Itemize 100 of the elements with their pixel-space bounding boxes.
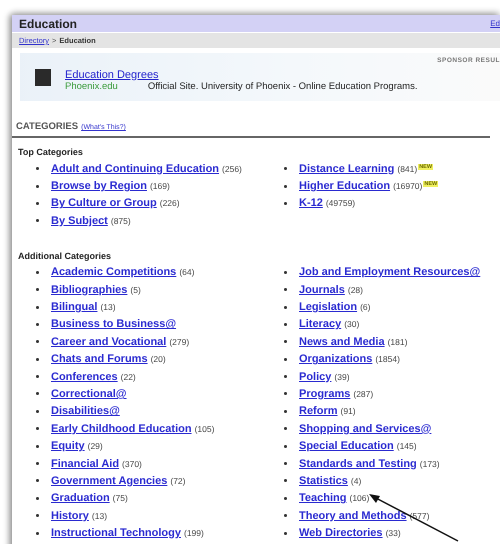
bullet-icon bbox=[284, 202, 287, 205]
ad-description: Official Site. University of Phoenix - Online Education Programs. bbox=[148, 80, 418, 92]
item-count: (39) bbox=[334, 372, 350, 382]
bullet-icon bbox=[36, 410, 39, 413]
category-link[interactable]: Bilingual bbox=[51, 301, 98, 314]
item-count: (28) bbox=[348, 284, 363, 295]
bullet-icon bbox=[284, 496, 287, 500]
category-link[interactable]: Chats and Forums bbox=[51, 353, 148, 366]
bullet-icon bbox=[36, 532, 39, 535]
category-link[interactable]: History bbox=[51, 510, 89, 522]
category-link[interactable]: K-12 bbox=[299, 197, 323, 210]
bullet-icon bbox=[36, 340, 39, 344]
item-count: (33) bbox=[386, 528, 401, 538]
item-count: (841) bbox=[397, 164, 418, 174]
category-link[interactable]: Job and Employment Resources@ bbox=[299, 266, 480, 278]
category-link[interactable]: By Culture or Group bbox=[51, 197, 157, 210]
bullet-icon bbox=[36, 358, 39, 361]
category-link[interactable]: News and Media bbox=[299, 336, 385, 348]
item-count: (64) bbox=[179, 267, 194, 278]
item-count: (22) bbox=[120, 372, 136, 382]
category-link[interactable]: Graduation bbox=[51, 492, 110, 504]
category-link[interactable]: Shopping and Services@ bbox=[299, 422, 432, 435]
category-link[interactable]: Theory and Methods bbox=[299, 510, 407, 522]
item-count: (173) bbox=[420, 458, 440, 469]
bullet-icon bbox=[284, 270, 287, 274]
item-count: (199) bbox=[184, 528, 204, 538]
category-link[interactable]: Journals bbox=[299, 284, 345, 296]
bullet-icon bbox=[36, 288, 39, 292]
item-count: (49759) bbox=[326, 198, 356, 208]
bullet-icon bbox=[284, 479, 287, 482]
category-link[interactable]: Equity bbox=[51, 440, 85, 452]
bullet-icon bbox=[36, 444, 39, 448]
item-count: (105) bbox=[194, 424, 214, 434]
bullet-icon bbox=[36, 392, 39, 396]
category-link[interactable]: Instructional Technology bbox=[51, 527, 181, 540]
bullet-icon bbox=[36, 375, 39, 378]
category-link[interactable]: Reform bbox=[299, 405, 338, 418]
item-count: (6) bbox=[360, 302, 370, 312]
category-link[interactable]: Browse by Region bbox=[51, 180, 147, 192]
bullet-icon bbox=[36, 479, 39, 482]
category-link[interactable]: Adult and Continuing Education bbox=[51, 162, 220, 175]
bullet-icon bbox=[284, 340, 287, 344]
bullet-icon bbox=[36, 514, 39, 518]
category-link[interactable]: By Subject bbox=[51, 214, 108, 227]
item-count: (256) bbox=[222, 164, 242, 174]
bullet-icon bbox=[284, 358, 287, 361]
category-link[interactable]: Career and Vocational bbox=[51, 336, 166, 348]
category-link[interactable]: Organizations bbox=[299, 353, 372, 366]
category-link[interactable]: Disabilities@ bbox=[51, 405, 120, 418]
category-link[interactable]: Literacy bbox=[299, 318, 342, 330]
item-count: (169) bbox=[150, 181, 170, 192]
category-link[interactable]: Web Directories bbox=[299, 527, 383, 540]
category-link[interactable]: Early Childhood Education bbox=[51, 422, 192, 435]
bullet-icon bbox=[284, 375, 287, 378]
category-link[interactable]: Teaching bbox=[299, 492, 346, 504]
item-count: (106) bbox=[349, 493, 370, 504]
bullet-icon bbox=[284, 427, 287, 430]
bullet-icon bbox=[36, 167, 39, 170]
bullet-icon bbox=[36, 427, 39, 430]
category-link[interactable]: Standards and Testing bbox=[299, 458, 417, 470]
category-link[interactable]: Special Education bbox=[299, 440, 394, 452]
category-link[interactable]: Business to Business@ bbox=[51, 318, 176, 330]
ad-title-link[interactable]: Education Degrees bbox=[65, 68, 418, 80]
item-count: (20) bbox=[150, 354, 166, 364]
bullet-icon bbox=[284, 322, 287, 326]
category-link[interactable]: Conferences bbox=[51, 370, 118, 383]
ad-site: Phoenix.edu bbox=[65, 80, 118, 92]
item-count: (91) bbox=[340, 406, 356, 416]
bullet-icon bbox=[36, 219, 39, 222]
category-link[interactable]: Programs bbox=[299, 388, 350, 400]
category-link[interactable]: Academic Competitions bbox=[51, 266, 176, 278]
header-link[interactable]: Ed bbox=[490, 19, 500, 28]
bullet-icon bbox=[36, 306, 39, 309]
category-link[interactable]: Statistics bbox=[299, 474, 348, 487]
item-count: (370) bbox=[122, 458, 142, 469]
page-title: Education bbox=[19, 16, 78, 30]
section-title: Additional Categories bbox=[17, 250, 112, 261]
bullet-icon bbox=[36, 322, 39, 326]
category-link[interactable]: Financial Aid bbox=[51, 458, 120, 470]
bullet-icon bbox=[284, 410, 287, 413]
item-count: (1854) bbox=[375, 354, 400, 364]
item-count: (13) bbox=[100, 302, 116, 312]
category-link[interactable]: Distance Learning bbox=[299, 162, 394, 175]
category-link[interactable]: Correctional@ bbox=[51, 388, 127, 400]
category-link[interactable]: Government Agencies bbox=[51, 474, 168, 487]
item-count: (16970) bbox=[393, 181, 422, 192]
bullet-icon bbox=[284, 392, 287, 396]
item-count: (226) bbox=[160, 198, 180, 208]
item-count: (145) bbox=[396, 441, 417, 452]
category-link[interactable]: Policy bbox=[299, 370, 332, 383]
category-link[interactable]: Legislation bbox=[299, 301, 358, 314]
item-count: (75) bbox=[112, 493, 128, 504]
bullet-icon bbox=[284, 514, 287, 518]
item-count: (875) bbox=[110, 216, 131, 226]
bullet-icon bbox=[284, 462, 287, 466]
bullet-icon bbox=[284, 306, 287, 309]
bullet-icon bbox=[36, 462, 39, 466]
category-link[interactable]: Bibliographies bbox=[51, 284, 128, 296]
category-link[interactable]: Higher Education bbox=[299, 180, 390, 192]
bullet-icon bbox=[36, 270, 39, 274]
